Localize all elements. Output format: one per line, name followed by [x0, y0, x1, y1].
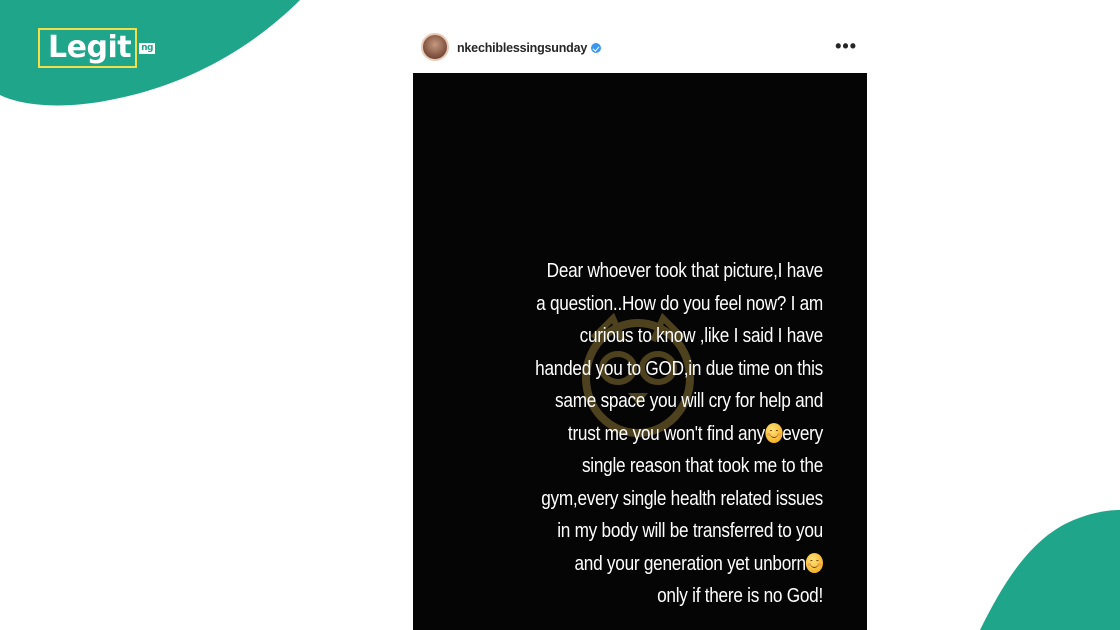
- logo-wordmark: Legit: [38, 28, 138, 68]
- logo-ng-badge: ng: [139, 42, 155, 54]
- story-line: handed you to GOD,in due time on this: [535, 357, 823, 380]
- story-line: single reason that took me to the: [581, 455, 823, 477]
- story-line: only if there is no God!: [657, 585, 823, 607]
- story-line: and your generation yet unborn: [479, 548, 823, 581]
- story-line: trust me you won't find any every: [567, 422, 823, 445]
- story-line: Dear whoever took that picture,I have: [546, 260, 824, 282]
- username[interactable]: nkechiblessingsunday: [457, 41, 602, 55]
- story-line: a question..How do you feel now? I am: [536, 292, 823, 315]
- story-line: gym,every single health related issues: [541, 487, 823, 510]
- story-image: Dear whoever took that picture,I have a …: [413, 73, 867, 630]
- post-header: nkechiblessingsunday •••: [413, 28, 867, 72]
- story-line: same space you will cry for help and: [555, 390, 823, 412]
- decorative-corner-blob: [980, 510, 1120, 630]
- smiling-face-icon: [765, 422, 783, 443]
- more-options-icon[interactable]: •••: [835, 36, 857, 57]
- username-text: nkechiblessingsunday: [457, 41, 588, 55]
- avatar[interactable]: [421, 33, 449, 61]
- smiling-face-icon: [805, 552, 823, 573]
- story-line: curious to know ,like I said I have: [579, 325, 824, 347]
- verified-badge-icon: [591, 43, 602, 53]
- story-text: Dear whoever took that picture,I have a …: [423, 255, 823, 613]
- legit-logo[interactable]: Legit ng: [38, 28, 155, 68]
- instagram-post: nkechiblessingsunday ••• Dear whoever to…: [413, 28, 867, 630]
- story-line: in my body will be transferred to you: [557, 520, 823, 542]
